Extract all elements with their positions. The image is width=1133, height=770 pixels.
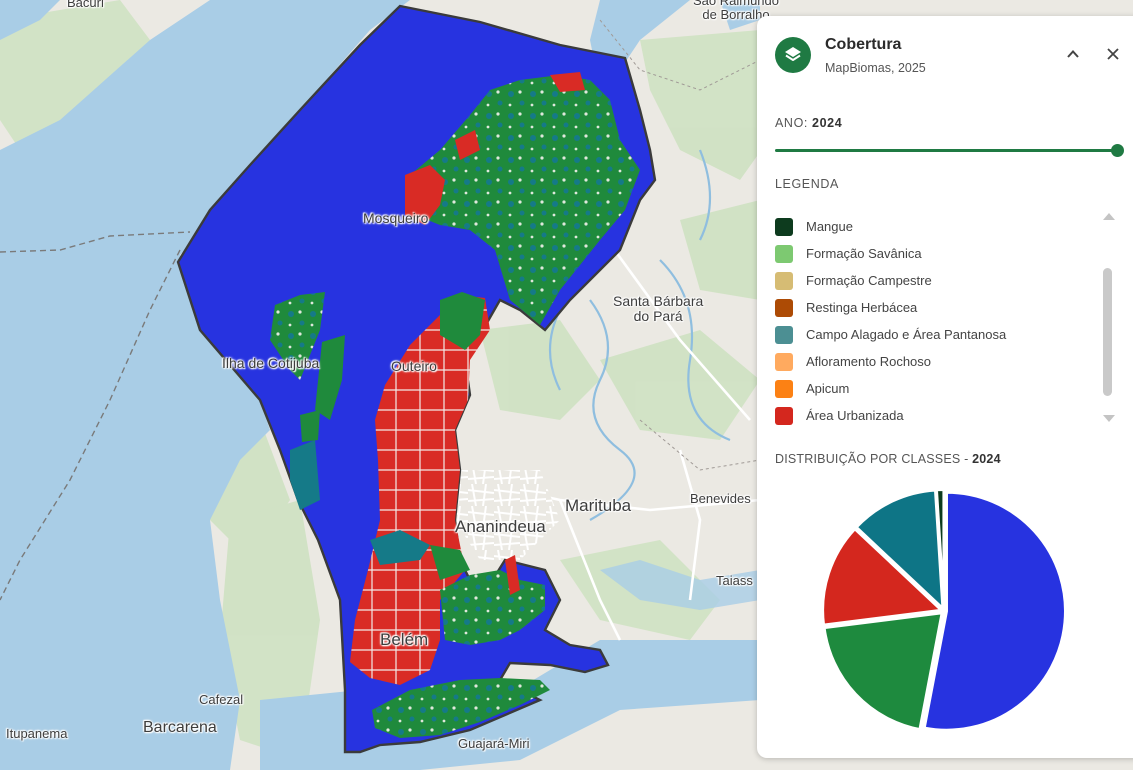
place-label-outeiro: Outeiro [391, 358, 437, 374]
legend-item-apicum[interactable]: Apicum [775, 375, 1095, 402]
place-label-santa-barbara: Santa Bárbara do Pará [613, 293, 704, 325]
distribution-heading: DISTRIBUIÇÃO POR CLASSES - 2024 [775, 452, 1001, 466]
year-slider-track[interactable] [775, 149, 1118, 152]
scroll-up-arrow-icon[interactable] [1102, 211, 1116, 221]
legend-swatch [775, 352, 793, 371]
year-value: 2024 [812, 116, 843, 130]
place-label-belem: Belém [380, 630, 429, 649]
place-label-benevides: Benevides [690, 491, 751, 506]
place-label-guajara-miri: Guajará-Miri [458, 736, 530, 751]
chevron-up-icon [1067, 50, 1079, 58]
legend-item-label: Formação Campestre [806, 273, 932, 288]
legend-item-afloramento-rochoso[interactable]: Afloramento Rochoso [775, 348, 1095, 375]
legend-item-label: Afloramento Rochoso [806, 354, 932, 369]
legend-item-campo-alagado[interactable]: Campo Alagado e Área Pantanosa [775, 321, 1095, 348]
legend-heading: LEGENDA [775, 177, 839, 191]
legend-item-label: Área Urbanizada [806, 408, 904, 423]
panel-subtitle: MapBiomas, 2025 [825, 61, 926, 75]
legend-item-label: Campo Alagado e Área Pantanosa [806, 327, 1007, 342]
legend-swatch [775, 406, 793, 425]
distribution-year: 2024 [972, 452, 1001, 466]
legend-item-formacao-savanica[interactable]: Formação Savânica [775, 240, 1095, 267]
legend-swatch [775, 298, 793, 317]
legend-item-label: Mangue [806, 219, 853, 234]
legend-swatch [775, 325, 793, 344]
close-icon [1107, 48, 1119, 60]
legend-swatch [775, 244, 793, 263]
panel-title: Cobertura [825, 36, 902, 53]
year-slider-thumb[interactable] [1111, 144, 1124, 157]
legend-item-label: Apicum [806, 381, 850, 396]
legend-item-label: Formação Savânica [806, 246, 922, 261]
legend-item-mangue[interactable]: Mangue [775, 213, 1095, 240]
scroll-down-arrow-icon[interactable] [1102, 414, 1116, 424]
place-label-itupanema: Itupanema [6, 726, 68, 741]
coverage-panel: Cobertura MapBiomas, 2025 ANO: 2024 LEGE… [757, 16, 1133, 758]
legend-swatch [775, 217, 793, 236]
legend-swatch [775, 379, 793, 398]
year-label: ANO: 2024 [775, 116, 842, 130]
place-label-cafezal: Cafezal [199, 692, 244, 707]
year-label-text: ANO: [775, 116, 808, 130]
close-button[interactable] [1101, 42, 1125, 66]
place-label-marituba: Marituba [565, 496, 632, 515]
legend-swatch [775, 271, 793, 290]
legend-item-restinga-herbacea[interactable]: Restinga Herbácea [775, 294, 1095, 321]
pie-slice[interactable] [822, 611, 944, 732]
place-label-ananindeua: Ananindeua [455, 517, 546, 536]
place-label-ilha-cotijuba: Ilha de Cotijuba [222, 355, 320, 371]
distribution-label: DISTRIBUIÇÃO POR CLASSES - [775, 452, 969, 466]
place-label-mosqueiro: Mosqueiro [363, 210, 429, 226]
legend-item-label: Restinga Herbácea [806, 300, 918, 315]
collapse-button[interactable] [1061, 42, 1085, 66]
place-label-barcarena: Barcarena [143, 719, 217, 736]
legend-item-area-urbanizada[interactable]: Área Urbanizada [775, 402, 1095, 429]
place-label-bacuri: Bacuri [67, 0, 104, 10]
legend-list: Mangue Formação Savânica Formação Campes… [775, 213, 1095, 429]
class-distribution-pie-chart[interactable] [819, 486, 1069, 736]
layers-icon [775, 37, 811, 73]
legend-item-formacao-campestre[interactable]: Formação Campestre [775, 267, 1095, 294]
place-label-taiass: Taiass [716, 573, 753, 588]
legend-scrollbar[interactable] [1103, 268, 1112, 396]
